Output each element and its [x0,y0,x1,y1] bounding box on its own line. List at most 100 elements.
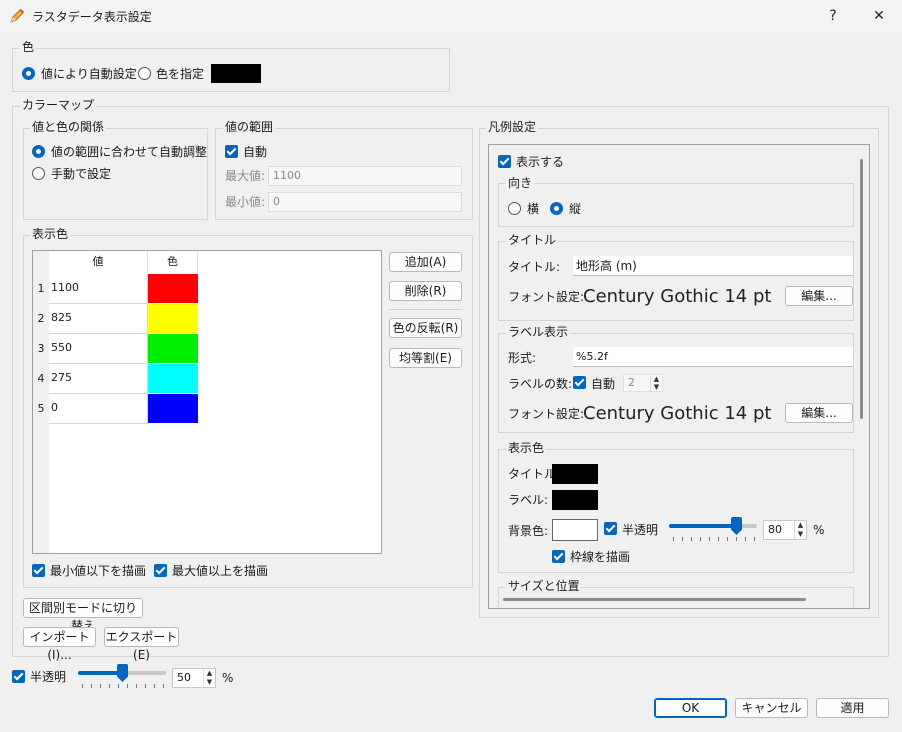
label-count-auto-checkbox[interactable] [573,376,586,389]
percent-label: % [222,671,234,685]
export-button[interactable]: エクスポート(E) [104,627,179,662]
translucent-label: 半透明 [30,670,67,684]
opacity-value: 50 [177,671,191,684]
close-button[interactable]: ✕ [864,4,894,28]
draw-border-label: 枠線を描画 [570,550,631,564]
legend-title: 凡例設定 [486,120,539,134]
color-cell[interactable] [148,304,198,333]
min-label: 最小値: [225,195,266,209]
color-table: 値 色 1 1100 2 825 3 550 4 275 5 0 [32,250,382,554]
legend-opacity-slider[interactable] [669,517,757,543]
manual-radio[interactable] [32,167,45,180]
title-font-label: フォント設定: [508,290,585,304]
bg-color-label: 背景色: [508,524,549,538]
value-cell[interactable]: 550 [49,334,148,364]
auto-adjust-label: 値の範囲に合わせて自動調整 [51,145,208,159]
import-button[interactable]: インポート(I)... [23,627,96,662]
spinner-arrows-icon[interactable]: ▲ ▼ [650,375,662,391]
vertical-radio[interactable] [550,202,563,215]
translucent-checkbox[interactable] [12,670,25,683]
horizontal-radio[interactable] [508,202,521,215]
horizontal-scrollbar[interactable] [503,598,806,601]
color-cell[interactable] [148,364,198,393]
vertical-scrollbar[interactable] [860,159,863,419]
title-section-title: タイトル [506,233,559,247]
label-count-spinner[interactable]: 2 ▲ ▼ [623,374,663,392]
label-color-label: ラベル: [508,493,549,507]
cancel-button[interactable]: キャンセル [735,698,808,718]
add-button[interactable]: 追加(A) [389,252,462,272]
range-auto-checkbox[interactable] [225,145,238,158]
value-cell[interactable]: 0 [49,394,148,424]
row-number: 1 [33,274,49,304]
ok-button[interactable]: OK [654,698,727,718]
legend-translucent-checkbox[interactable] [604,522,617,535]
legend-show-checkbox[interactable] [498,155,511,168]
opacity-slider[interactable] [78,664,166,690]
legend-translucent-label: 半透明 [622,523,659,537]
specify-color-radio[interactable] [138,67,151,80]
format-input[interactable]: %5.2f [573,347,853,367]
auto-adjust-radio[interactable] [32,145,45,158]
equal-split-button[interactable]: 均等割(E) [389,348,462,368]
draw-above-max-label: 最大値以上を描画 [172,564,269,578]
title-color-swatch[interactable] [552,464,598,484]
color-column-header[interactable]: 色 [148,251,198,273]
title-font-edit-button[interactable]: 編集... [785,286,853,306]
slider-ticks [82,684,164,688]
range-auto-label: 自動 [243,145,268,159]
slider-ticks [673,537,755,541]
value-cell[interactable]: 825 [49,304,148,334]
spinner-arrows-icon[interactable]: ▲ ▼ [203,669,215,687]
invert-colors-button[interactable]: 色の反転(R) [389,318,462,338]
max-value-field[interactable]: 1100 [268,166,462,186]
draw-above-max-checkbox[interactable] [154,564,167,577]
display-colors-title: 表示色 [30,227,71,241]
legend-opacity-spinner[interactable]: 80 ▲ ▼ [763,520,807,540]
min-value-field[interactable]: 0 [268,192,462,212]
label-font-edit-button[interactable]: 編集... [785,403,853,423]
delete-button[interactable]: 削除(R) [389,281,462,301]
value-cell[interactable]: 275 [49,364,148,394]
title-section-group [498,241,854,321]
relation-title: 値と色の関係 [30,120,107,134]
auto-color-radio[interactable] [22,67,35,80]
specified-color-swatch[interactable] [211,64,261,83]
row-number: 4 [33,364,49,394]
color-cell[interactable] [148,394,198,423]
legend-title-label: タイトル: [508,260,561,274]
pencil-icon [10,9,24,23]
row-number: 5 [33,394,49,424]
orientation-title: 向き [506,176,535,190]
color-cell[interactable] [148,334,198,363]
specify-color-label: 色を指定 [156,67,205,81]
draw-border-checkbox[interactable] [552,550,565,563]
slider-thumb[interactable] [117,664,128,682]
legend-opacity-value: 80 [768,523,782,536]
max-label: 最大値: [225,169,266,183]
button-divider [389,309,462,310]
slider-fill [669,524,736,528]
label-color-swatch[interactable] [552,490,598,510]
range-title: 値の範囲 [223,120,276,134]
manual-label: 手動で設定 [51,167,112,181]
value-cell[interactable]: 1100 [49,274,148,304]
apply-button[interactable]: 適用 [816,698,889,718]
value-column-header[interactable]: 値 [49,251,148,273]
format-label: 形式: [508,351,537,365]
help-button[interactable]: ? [818,4,848,28]
color-cell[interactable] [148,274,198,303]
row-number: 2 [33,304,49,334]
draw-below-min-checkbox[interactable] [32,564,45,577]
color-group-title: 色 [20,40,37,54]
slider-thumb[interactable] [731,517,742,535]
legend-title-input[interactable]: 地形高 (m) [573,256,853,276]
legend-scroll-area[interactable]: 表示する 向き 横 縦 タイトル タイトル: 地形高 (m) フォント設定: C… [488,144,870,609]
bg-color-swatch[interactable] [552,519,598,541]
size-section-title: サイズと位置 [506,579,582,593]
opacity-spinner[interactable]: 50 ▲ ▼ [172,668,216,688]
spinner-arrows-icon[interactable]: ▲ ▼ [794,521,806,539]
window-title: ラスタデータ表示設定 [32,10,152,24]
legend-colors-title: 表示色 [506,441,547,455]
switch-mode-button[interactable]: 区間別モードに切り替え [23,598,143,633]
